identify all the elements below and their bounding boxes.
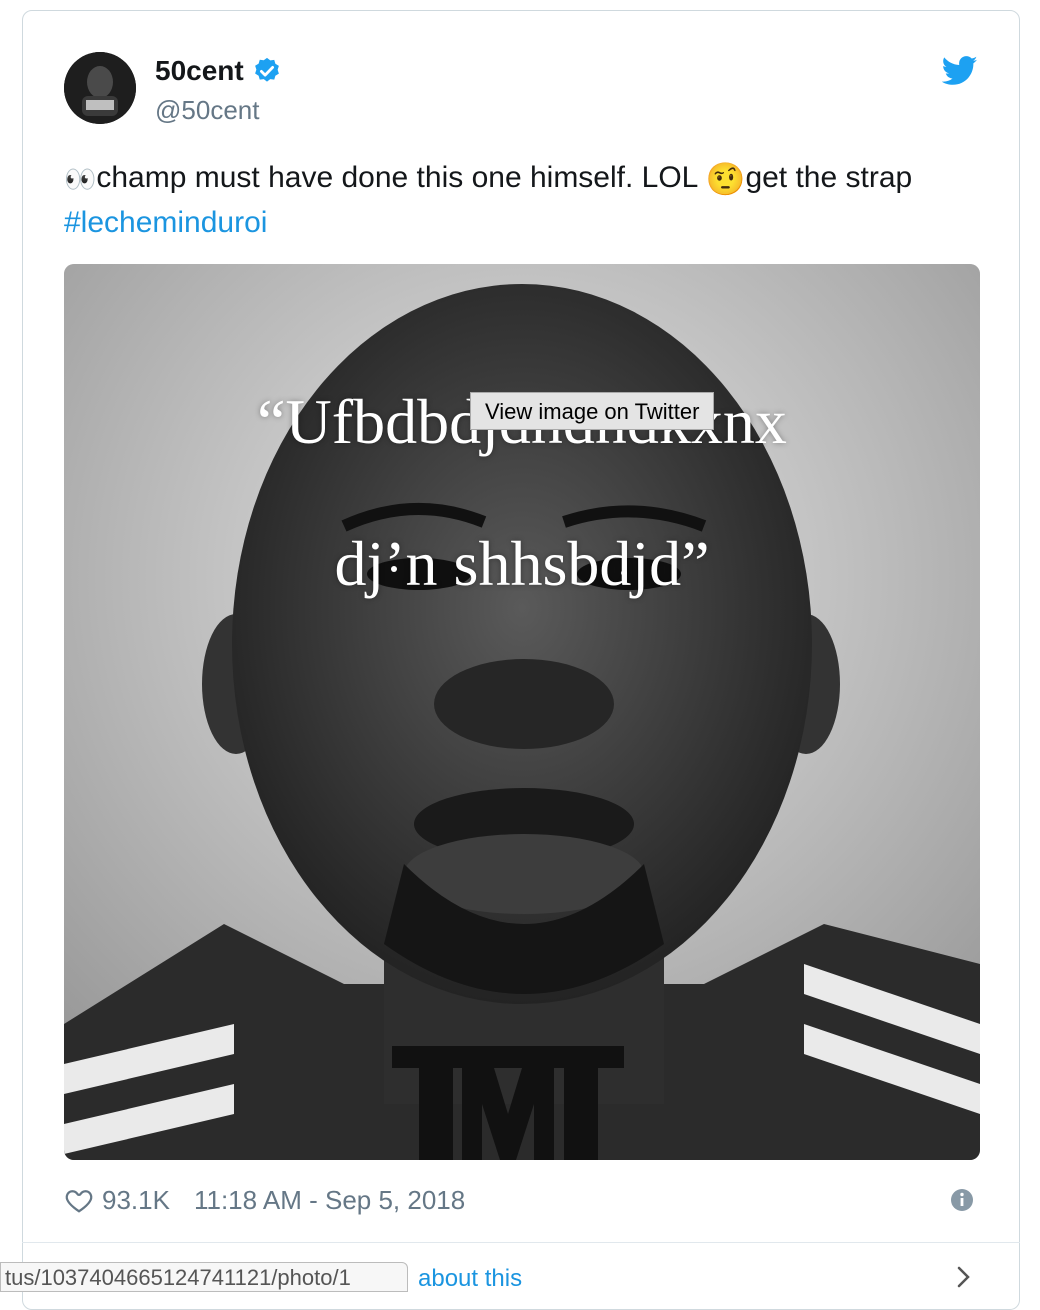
eyes-emoji-icon: 👀 bbox=[64, 164, 97, 195]
tweet-text: 👀champ must have done this one himself. … bbox=[64, 156, 964, 245]
avatar[interactable] bbox=[64, 52, 136, 124]
display-name[interactable]: 50cent bbox=[155, 54, 244, 88]
raised-eyebrow-emoji-icon: 🤨 bbox=[705, 161, 746, 198]
hashtag-link[interactable]: #lecheminduroi bbox=[64, 206, 267, 239]
author-name-row[interactable]: 50cent bbox=[155, 54, 282, 88]
tweet-text-part-2: get the strap bbox=[745, 161, 913, 194]
view-image-tooltip: View image on Twitter bbox=[470, 392, 715, 430]
tweet-text-part-1: champ must have done this one himself. L… bbox=[96, 161, 706, 194]
verified-badge-icon bbox=[254, 57, 279, 82]
footer-divider bbox=[22, 1242, 1020, 1243]
chevron-right-icon[interactable] bbox=[954, 1262, 974, 1292]
about-this-link[interactable]: about this bbox=[418, 1264, 522, 1294]
like-count[interactable]: 93.1K bbox=[102, 1180, 170, 1220]
twitter-bird-icon[interactable] bbox=[942, 56, 978, 86]
image-quote-line-2: dj’n shhsbdjd” bbox=[334, 528, 710, 599]
tweet-footer: 93.1K 11:18 AM - Sep 5, 2018 bbox=[64, 1180, 465, 1220]
timestamp-link[interactable]: 11:18 AM - Sep 5, 2018 bbox=[194, 1180, 465, 1220]
heart-icon[interactable] bbox=[64, 1185, 94, 1215]
handle[interactable]: @50cent bbox=[155, 94, 259, 126]
info-icon[interactable] bbox=[950, 1188, 974, 1212]
browser-status-url: tus/1037404665124741121/photo/1 bbox=[0, 1262, 408, 1292]
